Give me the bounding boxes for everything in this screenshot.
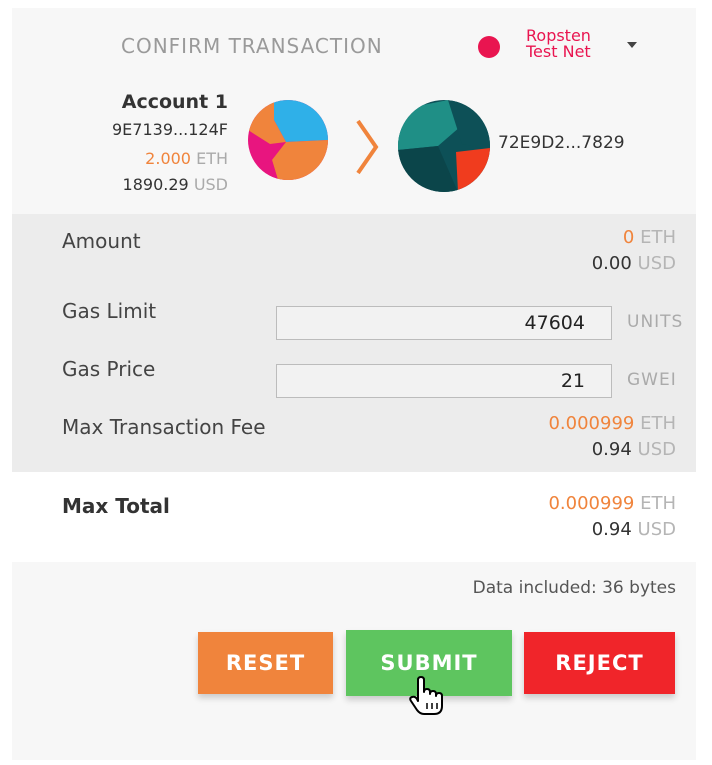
to-account-address: 72E9D2...7829 bbox=[498, 133, 625, 153]
from-account-address: 9E7139...124F bbox=[111, 120, 228, 139]
network-status-dot bbox=[478, 36, 500, 58]
amount-usd-value: 0.00 bbox=[591, 253, 632, 274]
page-title: CONFIRM TRANSACTION bbox=[121, 34, 383, 58]
usd-unit: USD bbox=[193, 175, 228, 194]
gas-price-label: Gas Price bbox=[62, 357, 156, 381]
network-selector-label[interactable]: Ropsten Test Net bbox=[526, 28, 591, 60]
amount-eth-value: 0 bbox=[622, 227, 635, 248]
reject-button[interactable]: REJECT bbox=[524, 632, 675, 694]
reset-button[interactable]: RESET bbox=[198, 632, 333, 694]
gas-price-unit: GWEI bbox=[627, 370, 677, 390]
usd-value: 1890.29 bbox=[122, 175, 189, 194]
from-account-avatar bbox=[248, 100, 328, 180]
max-total-eth-value: 0.000999 bbox=[548, 493, 635, 514]
network-name-line2: Test Net bbox=[526, 42, 591, 61]
max-fee-usd-value: 0.94 bbox=[591, 439, 632, 460]
balance-value: 2.000 bbox=[145, 149, 191, 168]
amount-usd: 0.00 USD bbox=[592, 253, 676, 274]
data-included-text: Data included: 36 bytes bbox=[472, 578, 676, 598]
amount-eth: 0 ETH bbox=[623, 227, 676, 248]
gas-price-input[interactable]: 21 bbox=[276, 364, 612, 398]
max-total-usd: 0.94 USD bbox=[592, 519, 676, 540]
max-fee-eth-unit: ETH bbox=[640, 413, 676, 434]
max-fee-usd-unit: USD bbox=[637, 439, 676, 460]
amount-eth-unit: ETH bbox=[640, 227, 676, 248]
from-account-name: Account 1 bbox=[121, 91, 228, 113]
max-total-eth-unit: ETH bbox=[640, 493, 676, 514]
to-account-avatar bbox=[398, 100, 490, 192]
from-account-balance: 2.000 ETH bbox=[145, 149, 228, 168]
chevron-down-icon[interactable] bbox=[627, 42, 637, 48]
gas-limit-input[interactable]: 47604 bbox=[276, 306, 612, 340]
max-total-eth: 0.000999 ETH bbox=[548, 493, 676, 514]
max-total-label: Max Total bbox=[62, 494, 170, 518]
amount-usd-unit: USD bbox=[637, 253, 676, 274]
max-fee-usd: 0.94 USD bbox=[592, 439, 676, 460]
gas-limit-unit: UNITS bbox=[627, 312, 684, 332]
amount-label: Amount bbox=[62, 229, 141, 253]
max-fee-eth: 0.000999 ETH bbox=[548, 413, 676, 434]
max-fee-eth-value: 0.000999 bbox=[548, 413, 635, 434]
max-total-usd-value: 0.94 bbox=[591, 519, 632, 540]
from-account-usd: 1890.29 USD bbox=[123, 175, 228, 194]
gas-limit-label: Gas Limit bbox=[62, 299, 157, 323]
chevron-right-icon bbox=[356, 119, 379, 175]
max-fee-label: Max Transaction Fee bbox=[62, 415, 266, 439]
max-total-usd-unit: USD bbox=[637, 519, 676, 540]
hand-cursor-icon bbox=[409, 676, 443, 715]
balance-unit: ETH bbox=[196, 149, 228, 168]
